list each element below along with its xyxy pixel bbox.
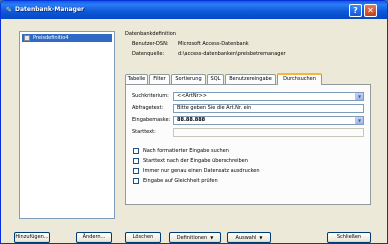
list-item-label: Preisdefinitio4 bbox=[33, 35, 69, 41]
definitions-label: Definitionen bbox=[176, 235, 208, 241]
input-mask-value: 88.88.888 bbox=[177, 117, 206, 123]
checkbox-box[interactable] bbox=[133, 168, 139, 174]
start-text-input[interactable] bbox=[173, 128, 364, 137]
tab-filter[interactable]: Filter bbox=[149, 74, 170, 84]
change-button[interactable]: Ändern... bbox=[76, 232, 112, 243]
tab-sql[interactable]: SQL bbox=[207, 74, 224, 84]
tab-benutzereingabe[interactable]: Benutzereingabe bbox=[225, 74, 276, 84]
database-icon bbox=[24, 35, 30, 41]
help-button[interactable]: ? bbox=[349, 4, 362, 17]
chevron-down-icon: ▼ bbox=[210, 235, 214, 240]
tab-durchsuchen[interactable]: Durchsuchen bbox=[277, 73, 322, 85]
checkbox-label: Immer nur genau einen Datensatz ausdruck… bbox=[143, 168, 260, 174]
add-button[interactable]: Hinzufügen... bbox=[14, 232, 50, 243]
search-criterion-select[interactable]: <<ArtNr>> ▼ bbox=[173, 92, 364, 101]
search-criterion-label: Suchkriterium: bbox=[132, 93, 169, 99]
checkbox-label: Eingabe auf Gleichheit prüfen bbox=[143, 178, 218, 184]
tab-tabelle[interactable]: Tabelle bbox=[125, 74, 148, 84]
user-dsn-label: Benutzer-DSN: bbox=[132, 41, 169, 47]
selection-label: Auswahl bbox=[235, 235, 257, 241]
checkbox-label: Starttext nach der Eingabe überschreiben bbox=[143, 158, 248, 164]
datasource-list[interactable]: Preisdefinitio4 bbox=[19, 31, 115, 219]
selection-button[interactable]: Auswahl ▼ bbox=[227, 232, 271, 243]
start-text-label: Starttext: bbox=[132, 129, 156, 135]
input-mask-label: Eingabemaske: bbox=[132, 117, 171, 123]
prompt-text-input[interactable]: Bitte geben Sie die Art.Nr. ein bbox=[173, 104, 364, 113]
checkbox-label: Nach formatierter Eingabe suchen bbox=[143, 148, 229, 154]
title-bar: ✎ Datenbank-Manager ? ✕ bbox=[1, 1, 387, 19]
checkbox-overwrite-start-text[interactable]: Starttext nach der Eingabe überschreiben bbox=[133, 158, 253, 165]
definitions-button[interactable]: Definitionen ▼ bbox=[169, 232, 221, 243]
definition-heading: Datenbankdefinition bbox=[125, 31, 176, 37]
close-button[interactable]: Schließen bbox=[327, 232, 371, 243]
checkbox-box[interactable] bbox=[133, 148, 139, 154]
input-mask-select[interactable]: 88.88.888 ▼ bbox=[173, 116, 364, 125]
search-criterion-value: <<ArtNr>> bbox=[177, 93, 207, 99]
datenbank-manager-window: ✎ Datenbank-Manager ? ✕ Preisdefinitio4 … bbox=[0, 0, 388, 244]
close-window-button[interactable]: ✕ bbox=[364, 4, 377, 17]
chevron-down-icon: ▼ bbox=[259, 235, 263, 240]
prompt-text-label: Abfragetext: bbox=[132, 105, 164, 111]
durchsuchen-panel bbox=[125, 84, 371, 205]
datasource-label: Datenquelle: bbox=[132, 51, 165, 57]
list-item[interactable]: Preisdefinitio4 bbox=[22, 34, 112, 42]
tab-sortierung[interactable]: Sortierung bbox=[171, 74, 206, 84]
checkbox-check-equality[interactable]: Eingabe auf Gleichheit prüfen bbox=[133, 178, 253, 185]
chevron-down-icon[interactable]: ▼ bbox=[355, 93, 363, 100]
checkbox-box[interactable] bbox=[133, 158, 139, 164]
app-icon: ✎ bbox=[6, 6, 12, 14]
user-dsn-value: Microsoft Access-Datenbank bbox=[178, 41, 249, 47]
delete-button[interactable]: Löschen bbox=[125, 232, 161, 243]
window-title: Datenbank-Manager bbox=[15, 6, 84, 13]
datasource-value: d:\access-datenbanken\preisbetremanager bbox=[178, 51, 286, 57]
checkbox-print-one-record[interactable]: Immer nur genau einen Datensatz ausdruck… bbox=[133, 168, 260, 175]
checkbox-formatted-search[interactable]: Nach formatierter Eingabe suchen bbox=[133, 148, 253, 155]
chevron-down-icon[interactable]: ▼ bbox=[355, 117, 363, 124]
checkbox-box[interactable] bbox=[133, 178, 139, 184]
